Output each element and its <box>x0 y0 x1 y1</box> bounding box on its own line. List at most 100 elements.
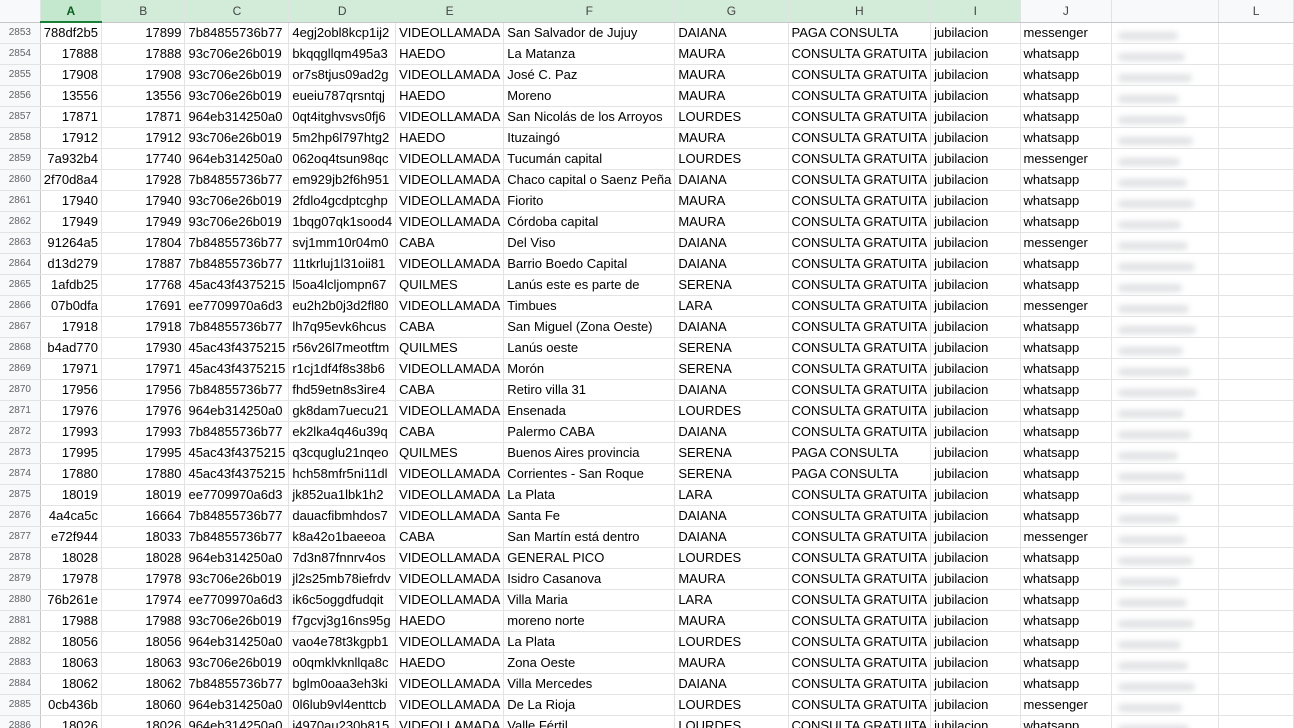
cell-l[interactable] <box>1218 694 1294 716</box>
cell-e[interactable]: VIDEOLLAMADA <box>395 211 505 233</box>
cell-e[interactable]: VIDEOLLAMADA <box>395 463 505 485</box>
cell-j[interactable]: whatsapp <box>1020 106 1113 128</box>
cell-redacted[interactable] <box>1111 463 1220 485</box>
cell-l[interactable] <box>1218 589 1294 611</box>
cell-j[interactable]: whatsapp <box>1020 127 1113 149</box>
cell-j[interactable]: whatsapp <box>1020 463 1113 485</box>
cell-a[interactable]: 18063 <box>40 652 103 674</box>
cell-h[interactable]: CONSULTA GRATUITA <box>788 274 932 296</box>
cell-redacted[interactable] <box>1111 400 1220 422</box>
cell-e[interactable]: VIDEOLLAMADA <box>395 358 505 380</box>
cell-l[interactable] <box>1218 547 1294 569</box>
cell-e[interactable]: VIDEOLLAMADA <box>395 694 505 716</box>
row-number[interactable]: 2876 <box>0 505 41 527</box>
cell-e[interactable]: QUILMES <box>395 442 505 464</box>
row-number[interactable]: 2870 <box>0 379 41 401</box>
cell-redacted[interactable] <box>1111 568 1220 590</box>
cell-a[interactable]: b4ad770 <box>40 337 103 359</box>
cell-d[interactable]: bglm0oaa3eh3ki <box>288 673 397 695</box>
cell-h[interactable]: CONSULTA GRATUITA <box>788 316 932 338</box>
select-all-corner[interactable] <box>0 0 41 23</box>
cell-j[interactable]: whatsapp <box>1020 505 1113 527</box>
column-header-j[interactable]: J <box>1020 0 1113 23</box>
cell-e[interactable]: VIDEOLLAMADA <box>395 64 505 86</box>
cell-redacted[interactable] <box>1111 505 1220 527</box>
cell-l[interactable] <box>1218 610 1294 632</box>
column-header-b[interactable]: B <box>101 0 186 23</box>
cell-b[interactable]: 17928 <box>101 169 186 191</box>
column-header-i[interactable]: I <box>930 0 1021 23</box>
cell-j[interactable]: whatsapp <box>1020 85 1113 107</box>
cell-c[interactable]: 7b84855736b77 <box>184 316 290 338</box>
cell-i[interactable]: jubilacion <box>930 379 1021 401</box>
cell-h[interactable]: CONSULTA GRATUITA <box>788 631 932 653</box>
cell-c[interactable]: 93c706e26b019 <box>184 190 290 212</box>
cell-g[interactable]: LARA <box>674 484 789 506</box>
cell-j[interactable]: whatsapp <box>1020 190 1113 212</box>
cell-a[interactable]: 17995 <box>40 442 103 464</box>
cell-j[interactable]: whatsapp <box>1020 589 1113 611</box>
cell-l[interactable] <box>1218 169 1294 191</box>
cell-redacted[interactable] <box>1111 547 1220 569</box>
cell-l[interactable] <box>1218 85 1294 107</box>
row-number[interactable]: 2877 <box>0 526 41 548</box>
column-header-g[interactable]: G <box>674 0 789 23</box>
cell-d[interactable]: ek2lka4q46u39q <box>288 421 397 443</box>
cell-h[interactable]: CONSULTA GRATUITA <box>788 169 932 191</box>
cell-c[interactable]: 7b84855736b77 <box>184 169 290 191</box>
cell-f[interactable]: Zona Oeste <box>503 652 676 674</box>
cell-l[interactable] <box>1218 715 1294 728</box>
cell-d[interactable]: l5oa4lcljompn67 <box>288 274 397 296</box>
cell-b[interactable]: 17930 <box>101 337 186 359</box>
cell-b[interactable]: 18062 <box>101 673 186 695</box>
cell-redacted[interactable] <box>1111 358 1220 380</box>
cell-c[interactable]: 964eb314250a0 <box>184 715 290 728</box>
cell-g[interactable]: DAIANA <box>674 253 789 275</box>
cell-h[interactable]: CONSULTA GRATUITA <box>788 295 932 317</box>
row-number[interactable]: 2866 <box>0 295 41 317</box>
row-number[interactable]: 2867 <box>0 316 41 338</box>
cell-redacted[interactable] <box>1111 526 1220 548</box>
cell-g[interactable]: MAURA <box>674 190 789 212</box>
cell-i[interactable]: jubilacion <box>930 421 1021 443</box>
cell-l[interactable] <box>1218 127 1294 149</box>
cell-redacted[interactable] <box>1111 610 1220 632</box>
cell-redacted[interactable] <box>1111 232 1220 254</box>
cell-c[interactable]: 964eb314250a0 <box>184 400 290 422</box>
cell-c[interactable]: 45ac43f4375215 <box>184 463 290 485</box>
cell-f[interactable]: La Matanza <box>503 43 676 65</box>
cell-redacted[interactable] <box>1111 85 1220 107</box>
cell-b[interactable]: 13556 <box>101 85 186 107</box>
cell-b[interactable]: 17918 <box>101 316 186 338</box>
cell-c[interactable]: 93c706e26b019 <box>184 64 290 86</box>
cell-d[interactable]: 1bqg07qk1sood4 <box>288 211 397 233</box>
cell-g[interactable]: DAIANA <box>674 22 789 44</box>
cell-d[interactable]: fhd59etn8s3ire4 <box>288 379 397 401</box>
cell-l[interactable] <box>1218 337 1294 359</box>
cell-b[interactable]: 17871 <box>101 106 186 128</box>
cell-redacted[interactable] <box>1111 169 1220 191</box>
cell-f[interactable]: Isidro Casanova <box>503 568 676 590</box>
cell-d[interactable]: hch58mfr5ni11dl <box>288 463 397 485</box>
cell-l[interactable] <box>1218 316 1294 338</box>
cell-e[interactable]: QUILMES <box>395 274 505 296</box>
cell-redacted[interactable] <box>1111 631 1220 653</box>
cell-j[interactable]: whatsapp <box>1020 715 1113 728</box>
cell-g[interactable]: MAURA <box>674 652 789 674</box>
cell-c[interactable]: 45ac43f4375215 <box>184 358 290 380</box>
cell-b[interactable]: 17908 <box>101 64 186 86</box>
cell-g[interactable]: DAIANA <box>674 673 789 695</box>
cell-e[interactable]: CABA <box>395 232 505 254</box>
cell-l[interactable] <box>1218 22 1294 44</box>
cell-f[interactable]: San Nicolás de los Arroyos <box>503 106 676 128</box>
cell-redacted[interactable] <box>1111 148 1220 170</box>
cell-j[interactable]: whatsapp <box>1020 253 1113 275</box>
cell-e[interactable]: VIDEOLLAMADA <box>395 715 505 728</box>
cell-h[interactable]: CONSULTA GRATUITA <box>788 148 932 170</box>
cell-d[interactable]: jk852ua1lbk1h2 <box>288 484 397 506</box>
cell-j[interactable]: whatsapp <box>1020 421 1113 443</box>
cell-f[interactable]: Chaco capital o Saenz Peña <box>503 169 676 191</box>
cell-b[interactable]: 17887 <box>101 253 186 275</box>
cell-e[interactable]: HAEDO <box>395 43 505 65</box>
cell-h[interactable]: CONSULTA GRATUITA <box>788 232 932 254</box>
